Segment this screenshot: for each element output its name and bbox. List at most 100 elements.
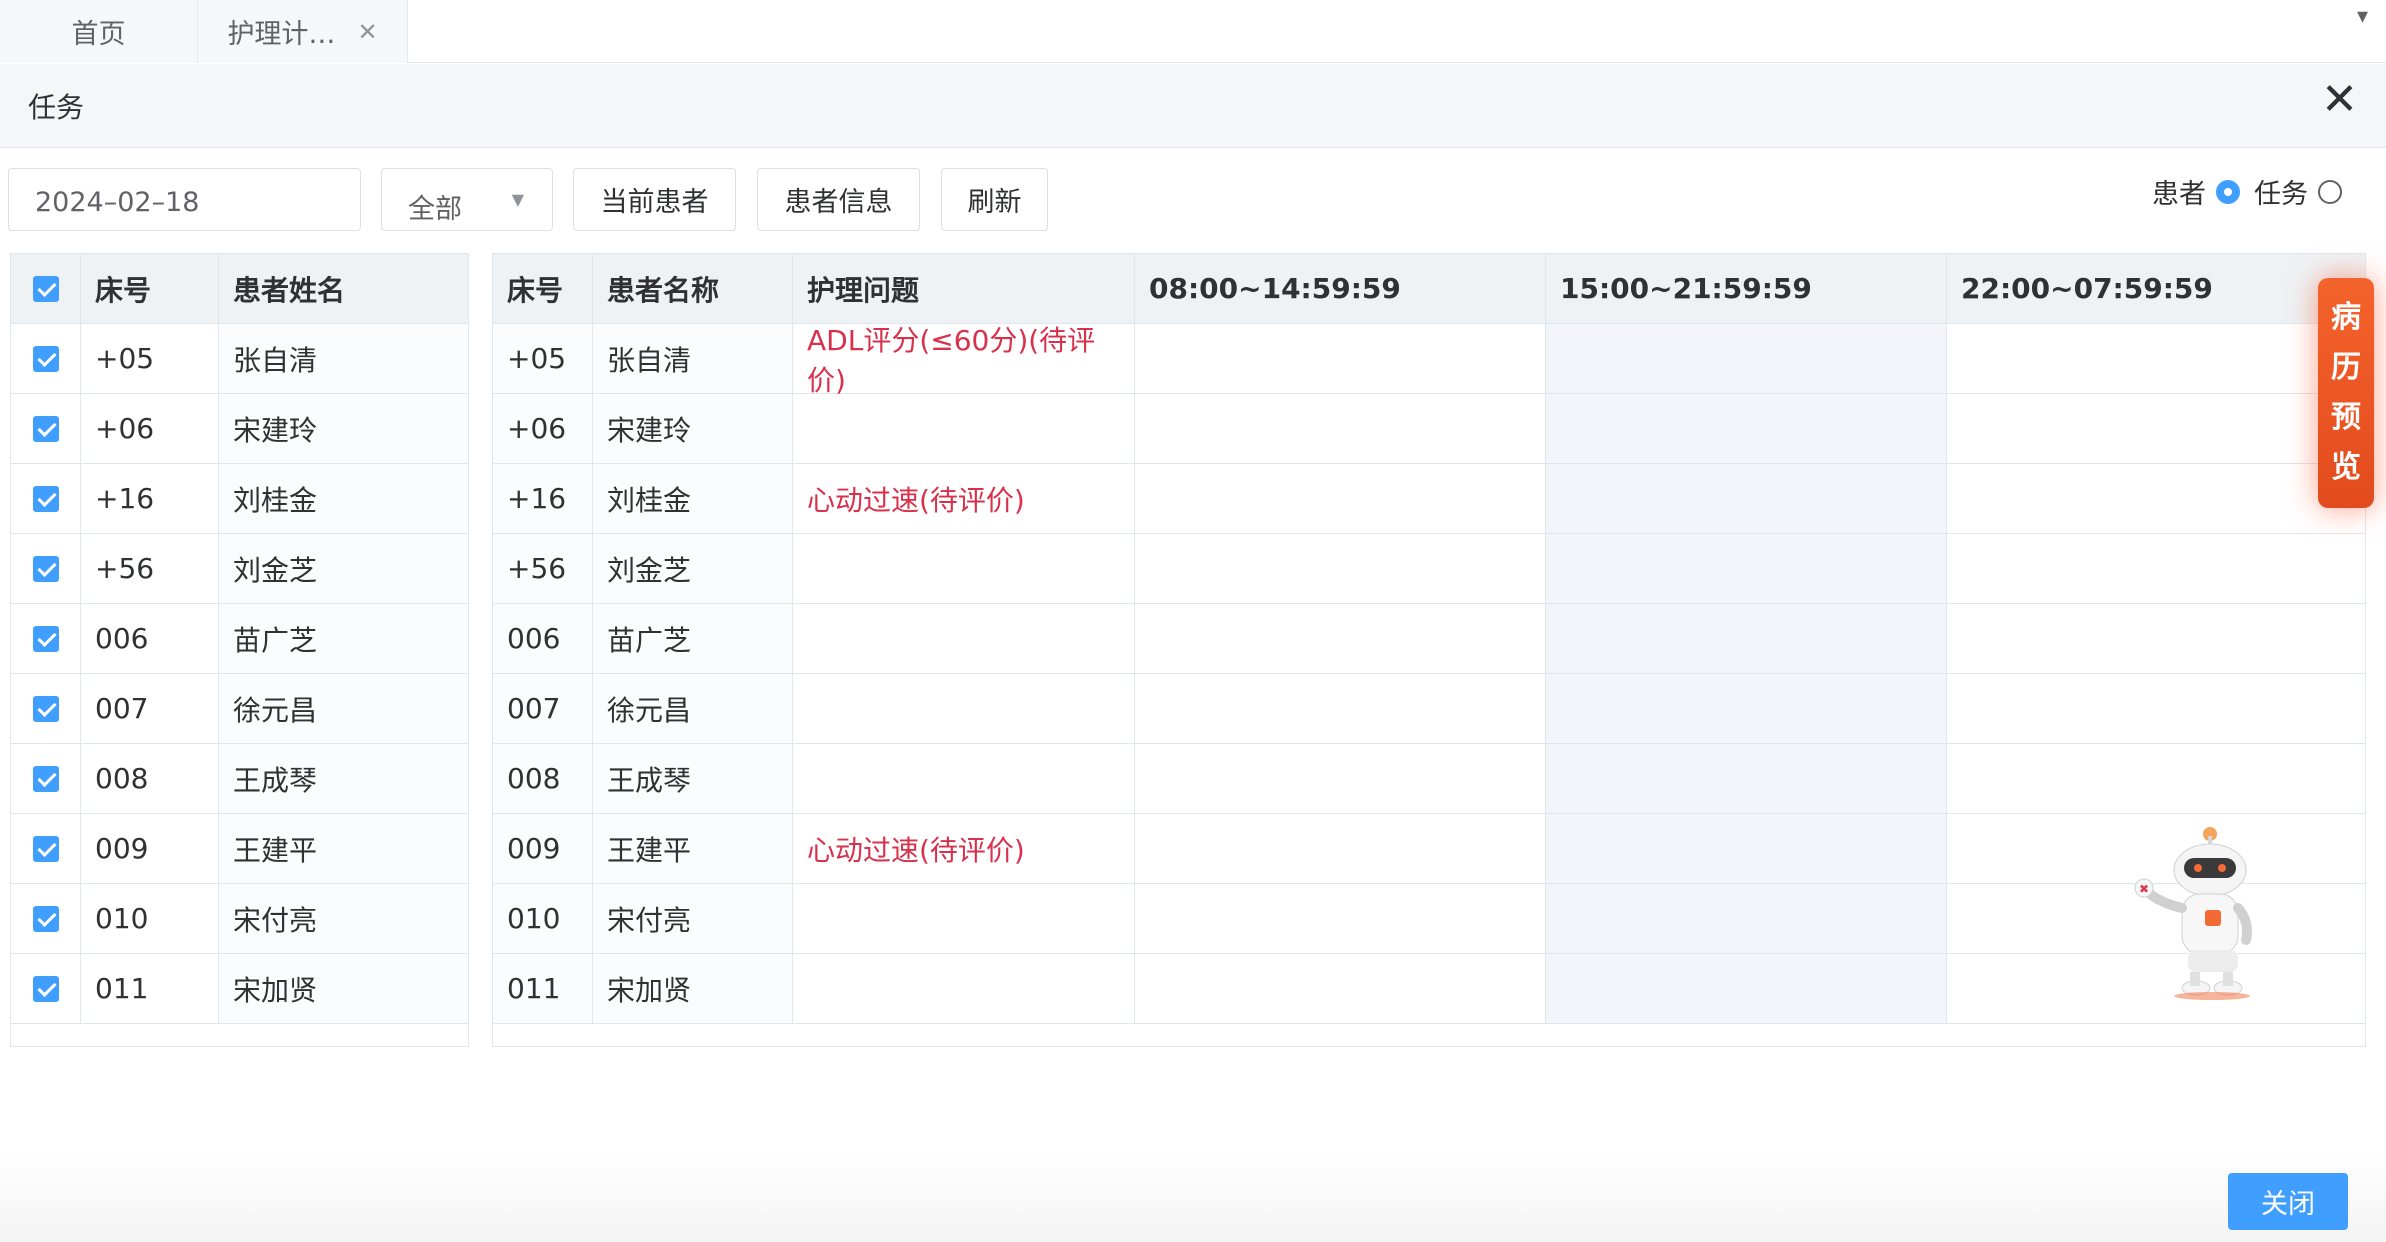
row-checkbox-cell	[11, 394, 81, 464]
cell-nursing-problem[interactable]	[793, 604, 1135, 674]
date-input[interactable]: 2024–02–18	[8, 168, 361, 231]
cell-nursing-problem[interactable]: 心动过速(待评价)	[793, 814, 1135, 884]
row-checkbox-cell	[11, 674, 81, 744]
cell-nursing-problem[interactable]	[793, 534, 1135, 604]
cell-patient-name: 王成琴	[219, 744, 468, 814]
cell-bed: 006	[81, 604, 219, 674]
cell-shift-night	[1947, 674, 2365, 744]
close-icon[interactable]: ✕	[2321, 78, 2358, 122]
record-preview-tab[interactable]: 病 历 预 览	[2318, 278, 2374, 508]
row-checkbox[interactable]	[33, 415, 59, 442]
cell-shift-morning	[1135, 604, 1546, 674]
cell-nursing-problem[interactable]	[793, 674, 1135, 744]
cell-shift-morning	[1135, 674, 1546, 744]
refresh-button[interactable]: 刷新	[941, 168, 1048, 231]
record-preview-char: 历	[2331, 350, 2361, 385]
cell-shift-night	[1947, 324, 2365, 394]
cell-shift-night	[1947, 534, 2365, 604]
cell-nursing-problem[interactable]	[793, 744, 1135, 814]
row-checkbox[interactable]	[33, 905, 59, 932]
cell-shift-morning	[1135, 954, 1546, 1024]
cell-nursing-problem[interactable]	[793, 394, 1135, 464]
cell-nursing-problem[interactable]	[793, 954, 1135, 1024]
cell-patient-name: 刘金芝	[219, 534, 468, 604]
tab-bar: 首页 护理计… ✕ ▾	[0, 0, 2386, 63]
cell-patient-name: 宋付亮	[219, 884, 468, 954]
header-shift-afternoon: 15:00~21:59:59	[1546, 254, 1947, 324]
cell-shift-night	[1947, 744, 2365, 814]
header-bed: 床号	[81, 254, 219, 324]
radio-task[interactable]	[2318, 179, 2342, 204]
dialog-title: 任务	[28, 91, 85, 124]
cell-shift-afternoon	[1546, 394, 1947, 464]
cell-nursing-problem[interactable]: ADL评分(≤60分)(待评价)	[793, 324, 1135, 397]
caret-down-icon: ▼	[511, 190, 524, 209]
patient-select-table: 床号 患者姓名 +05 张自清 +06 宋建玲 +16 刘桂金 +56 刘金芝 006 苗广芝 00…	[10, 253, 469, 1047]
cell-bed: 010	[81, 884, 219, 954]
radio-task-label: 任务	[2254, 179, 2308, 210]
tab-home[interactable]: 首页	[0, 0, 198, 63]
cell-shift-afternoon	[1546, 954, 1947, 1024]
row-checkbox[interactable]	[33, 695, 59, 722]
cell-bed: 011	[81, 954, 219, 1024]
cell-bed: 010	[493, 884, 593, 954]
row-checkbox-cell	[11, 604, 81, 674]
cell-shift-night	[1947, 604, 2365, 674]
close-button[interactable]: 关闭	[2228, 1173, 2348, 1230]
row-checkbox[interactable]	[33, 765, 59, 792]
row-checkbox[interactable]	[33, 555, 59, 582]
header-nursing-problem: 护理问题	[793, 254, 1135, 324]
row-checkbox[interactable]	[33, 485, 59, 512]
cell-nursing-problem[interactable]: 心动过速(待评价)	[793, 464, 1135, 534]
cell-shift-afternoon	[1546, 534, 1947, 604]
select-all-checkbox-cell	[11, 254, 81, 324]
cell-patient-name: 宋付亮	[593, 884, 793, 954]
filter-select-value: 全部	[408, 194, 462, 225]
cell-nursing-problem[interactable]	[793, 884, 1135, 954]
cell-patient-name: 刘桂金	[593, 464, 793, 534]
cell-bed: +56	[81, 534, 219, 604]
cell-shift-morning	[1135, 744, 1546, 814]
cell-shift-afternoon	[1546, 464, 1947, 534]
radio-patient-label: 患者	[2152, 179, 2206, 210]
cell-patient-name: 王成琴	[593, 744, 793, 814]
cell-shift-afternoon	[1546, 604, 1947, 674]
cell-shift-night	[1947, 394, 2365, 464]
cell-patient-name: 徐元昌	[593, 674, 793, 744]
row-checkbox[interactable]	[33, 625, 59, 652]
header-bed: 床号	[493, 254, 593, 324]
row-checkbox-cell	[11, 814, 81, 884]
radio-patient[interactable]	[2216, 179, 2240, 204]
cell-patient-name: 张自清	[593, 324, 793, 394]
tab-nursing-plan[interactable]: 护理计… ✕	[198, 0, 408, 63]
close-icon[interactable]: ✕	[357, 18, 377, 46]
cell-bed: 007	[81, 674, 219, 744]
record-preview-char: 病	[2331, 300, 2361, 335]
svg-text:✖: ✖	[2139, 882, 2149, 896]
row-checkbox[interactable]	[33, 835, 59, 862]
cell-bed: +06	[493, 394, 593, 464]
cell-shift-morning	[1135, 814, 1546, 884]
cell-bed: +06	[81, 394, 219, 464]
cell-patient-name: 徐元昌	[219, 674, 468, 744]
cell-bed: +16	[493, 464, 593, 534]
assistant-robot-icon[interactable]: ✖	[2128, 822, 2268, 1002]
tab-nursing-plan-label: 护理计…	[227, 19, 336, 50]
filter-select[interactable]: 全部 ▼	[381, 168, 553, 231]
dialog-header: 任务 ✕	[0, 64, 2386, 148]
row-checkbox-cell	[11, 954, 81, 1024]
cell-shift-morning	[1135, 324, 1546, 394]
cell-bed: +16	[81, 464, 219, 534]
chevron-down-icon[interactable]: ▾	[2357, 4, 2368, 29]
cell-shift-morning	[1135, 464, 1546, 534]
current-patient-button[interactable]: 当前患者	[573, 168, 736, 231]
cell-shift-morning	[1135, 394, 1546, 464]
select-all-checkbox[interactable]	[33, 275, 59, 302]
patient-info-button[interactable]: 患者信息	[757, 168, 920, 231]
row-checkbox[interactable]	[33, 345, 59, 372]
row-checkbox-cell	[11, 324, 81, 394]
row-checkbox-cell	[11, 744, 81, 814]
tab-home-label: 首页	[71, 19, 126, 50]
row-checkbox[interactable]	[33, 975, 59, 1002]
cell-patient-name: 刘金芝	[593, 534, 793, 604]
